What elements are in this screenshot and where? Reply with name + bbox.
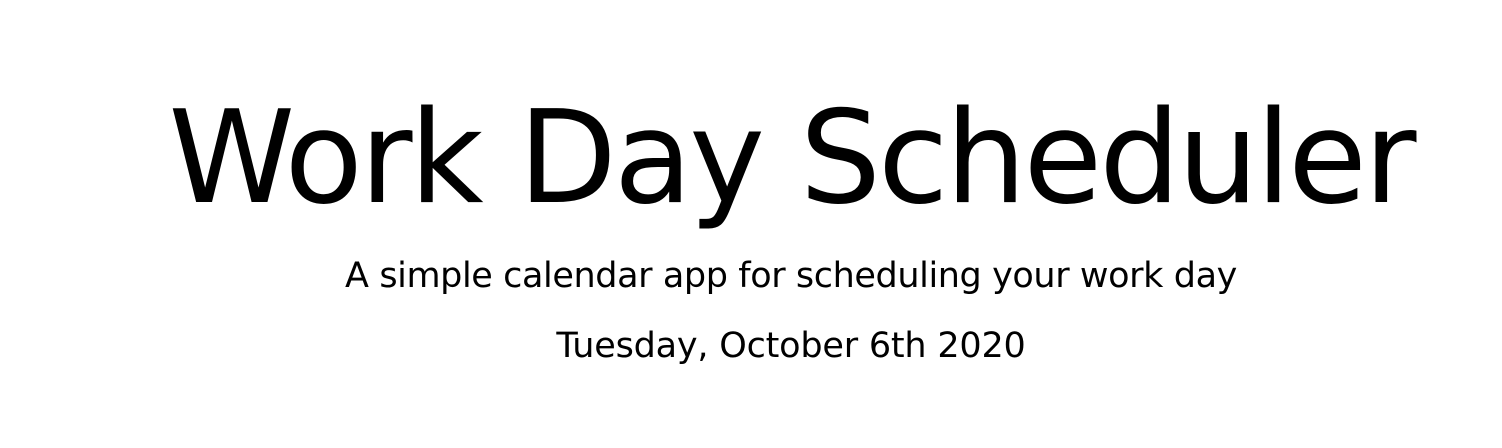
current-day-display: Tuesday, October 6th 2020 [556, 326, 1026, 366]
page-subtitle: A simple calendar app for scheduling you… [345, 256, 1237, 296]
jumbotron-header: Work Day Scheduler A simple calendar app… [0, 0, 1502, 448]
page-title: Work Day Scheduler [168, 84, 1416, 233]
